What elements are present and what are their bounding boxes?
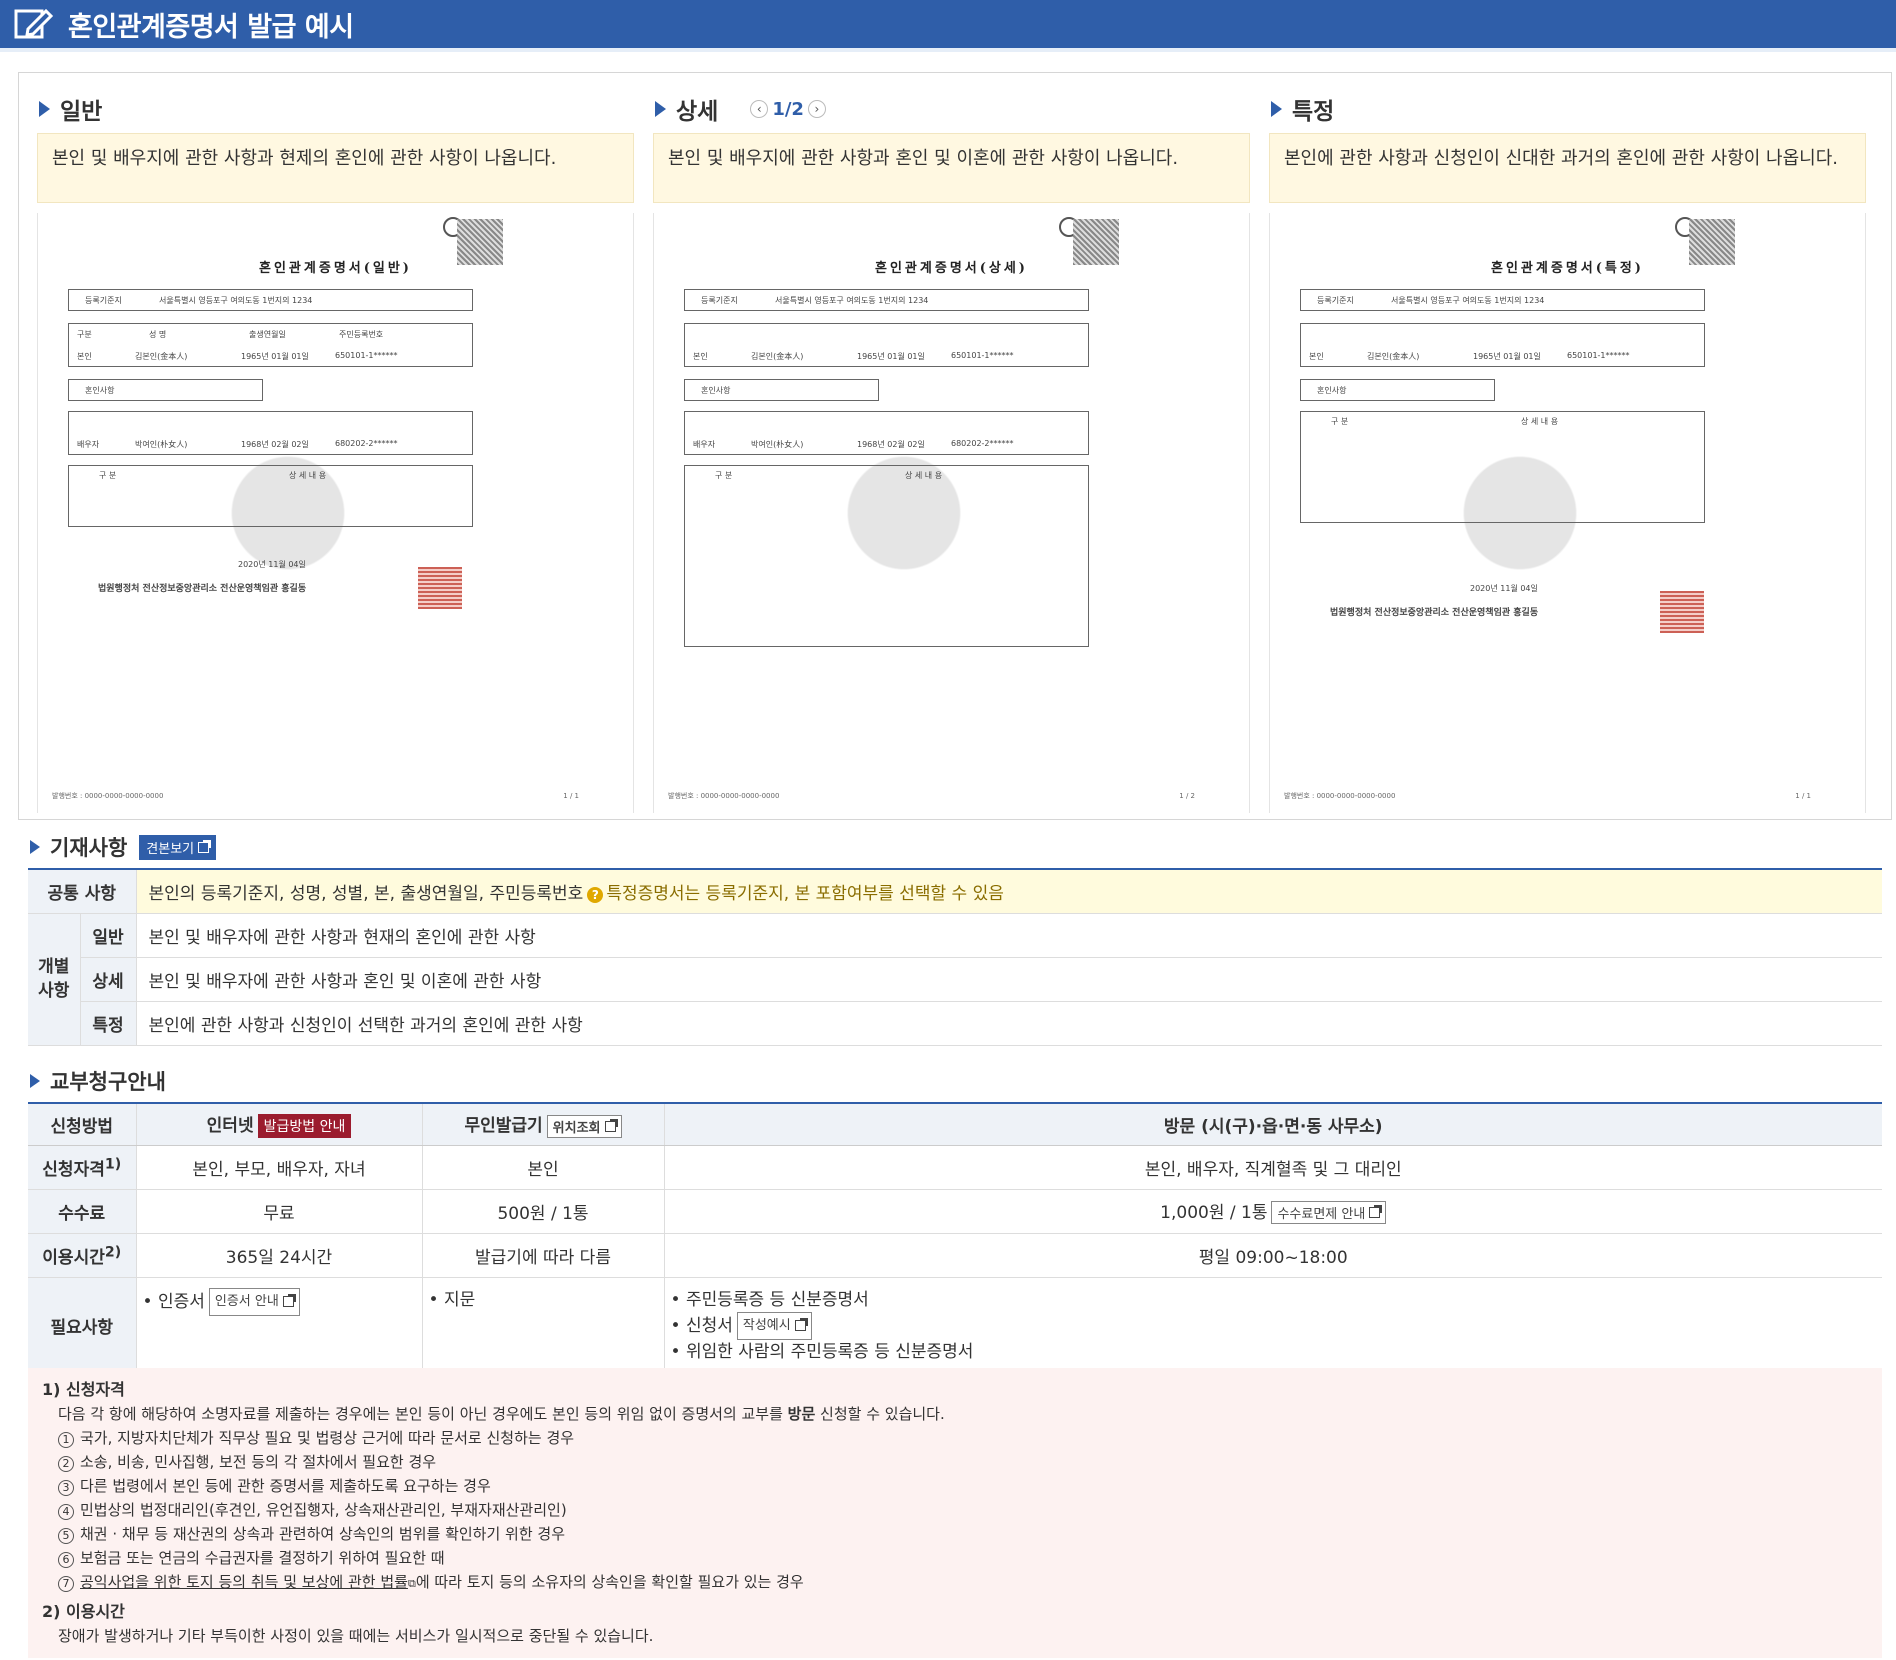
table-row: 상세 본인 및 배우자에 관한 사항과 혼인 및 이혼에 관한 사항 [28,957,1882,1002]
triangle-bullet-icon [30,840,40,854]
certificate-image: 혼인관계증명서(특정) 등록기준지 서울특별시 영등포구 여의도동 1번지의 12… [1269,213,1866,813]
fee-exemption-button[interactable]: 수수료면제 안내 [1271,1201,1387,1225]
location-search-button[interactable]: 위치조회 [546,1114,622,1138]
table-header-row: 신청방법 인터넷 발급방법 안내 무인발급기 위치조회 방문 (시(구)·읍·면·동… [28,1102,1882,1146]
entries-table: 공통 사항 본인의 등록기준지, 성명, 성별, 본, 출생연월일, 주민등록번… [28,868,1882,1046]
external-link-icon [282,1294,296,1307]
official-stamp [418,567,462,609]
list-item: 6 보험금 또는 연금의 수급권자를 결정하기 위하여 필요한 때 [42,1546,1868,1570]
table-row: 신청자격1) 본인, 부모, 배우자, 자녀 본인 본인, 배우자, 직계혈족 … [28,1145,1882,1190]
list-item: 1 국가, 지방자치단체가 직무상 필요 및 법령상 근거에 따라 문서로 신청하… [42,1426,1868,1450]
example-title: 상세 [676,99,719,125]
list-item: 2 소송, 비송, 민사집행, 보전 등의 각 절차에서 필요한 경우 [42,1450,1868,1474]
list-item: 3 다른 법령에서 본인 등에 관한 증명서를 제출하도록 요구하는 경우 [42,1474,1868,1498]
list-item: 5 채권 · 채무 등 재산권의 상속과 관련하여 상속인의 범위를 확인하기 위… [42,1522,1868,1546]
doc-title: 혼인관계증명서(일반) [259,261,412,276]
external-link-icon [1369,1205,1383,1219]
next-page-button[interactable]: › [807,100,826,118]
list-item: 7 공익사업을 위한 토지 등의 취득 및 보상에 관한 법률⧉에 따라 토지 등… [42,1570,1868,1596]
pager-label: 1/2 [772,98,804,120]
triangle-bullet-icon [30,1074,40,1088]
table-row: 이용시간2) 365일 24시간 발급기에 따라 다름 평일 09:00~18:… [28,1233,1882,1278]
example-specific: 특정 본인에 관한 사항과 신청인이 신대한 과거의 혼인에 관한 사항이 나옵… [1269,91,1866,813]
example-title: 일반 [60,99,103,125]
notes-box: 1) 신청자격 다음 각 항에 해당하여 소명자료를 제출하는 경우에는 본인 … [28,1368,1882,1658]
page-title: 혼인관계증명서 발급 예시 [68,11,354,43]
triangle-bullet-icon [1271,101,1282,117]
sample-view-button[interactable]: 견본보기 [139,834,217,860]
certificate-image: 혼인관계증명서(일반) 등록기준지 서울특별시 영등포구 여의도동 1번지의 12… [37,213,634,813]
external-link-icon [604,1118,618,1132]
triangle-bullet-icon [655,101,666,117]
list-item: 4 민법상의 법정대리인(후견인, 유언집행자, 상속재산관리인, 부재자재산관리… [42,1498,1868,1522]
question-icon: ? [587,886,604,903]
table-row: 특정 본인에 관한 사항과 신청인이 선택한 과거의 혼인에 관한 사항 [28,1001,1882,1046]
table-row: 공통 사항 본인의 등록기준지, 성명, 성별, 본, 출생연월일, 주민등록번… [28,868,1882,914]
prev-page-button[interactable]: ‹ [750,100,769,118]
official-stamp [1660,591,1704,633]
law-popup-icon[interactable]: ⧉ [408,1577,416,1590]
table-row: 필요사항 • 인증서 인증서 안내 • 지문 • 주민등록증 등 신분증명서 • … [28,1277,1882,1375]
example-description: 본인 및 배우지에 관한 사항과 혼인 및 이혼에 관한 사항이 나옵니다. [653,133,1250,203]
doc-title: 혼인관계증명서(상세) [875,261,1028,276]
example-panel: 일반 본인 및 배우지에 관한 사항과 현제의 혼인에 관한 사항이 나옵니다.… [18,72,1892,820]
example-description: 본인 및 배우지에 관한 사항과 현제의 혼인에 관한 사항이 나옵니다. [37,133,634,203]
table-row: 수수료 무료 500원 / 1통 1,000원 / 1통 수수료면제 안내 [28,1189,1882,1234]
issuance-table: 신청방법 인터넷 발급방법 안내 무인발급기 위치조회 방문 (시(구)·읍·면·동… [28,1102,1882,1375]
example-description: 본인에 관한 사항과 신청인이 신대한 과거의 혼인에 관한 사항이 나옵니다. [1269,133,1866,203]
example-general: 일반 본인 및 배우지에 관한 사항과 현제의 혼인에 관한 사항이 나옵니다.… [37,91,634,813]
doc-title: 혼인관계증명서(특정) [1491,261,1644,276]
section-title-issuance: 교부청구안내 [28,1066,166,1096]
external-link-icon [794,1318,808,1331]
table-row: 개별 사항 일반 본인 및 배우자에 관한 사항과 현재의 혼인에 관한 사항 [28,913,1882,1046]
example-title: 특정 [1292,99,1335,125]
triangle-bullet-icon [39,101,50,117]
external-link-icon [198,839,212,853]
issuance-guide-button[interactable]: 발급방법 안내 [257,1113,352,1138]
certificate-image: 혼인관계증명서(상세) 등록기준지 서울특별시 영등포구 여의도동 1번지의 12… [653,213,1250,813]
certificate-guide-button[interactable]: 인증서 안내 [208,1287,300,1316]
pager: ‹ 1/2 › [746,99,830,120]
page-header: 혼인관계증명서 발급 예시 [0,0,1896,48]
law-link[interactable]: 공익사업을 위한 토지 등의 취득 및 보상에 관한 법률 [80,1573,408,1591]
section-title-entries: 기재사항 견본보기 [28,832,217,862]
edit-document-icon [14,7,54,41]
application-sample-button[interactable]: 작성예시 [736,1311,812,1340]
example-detail: 상세 ‹ 1/2 › 본인 및 배우지에 관한 사항과 혼인 및 이혼에 관한 사항… [653,91,1250,813]
